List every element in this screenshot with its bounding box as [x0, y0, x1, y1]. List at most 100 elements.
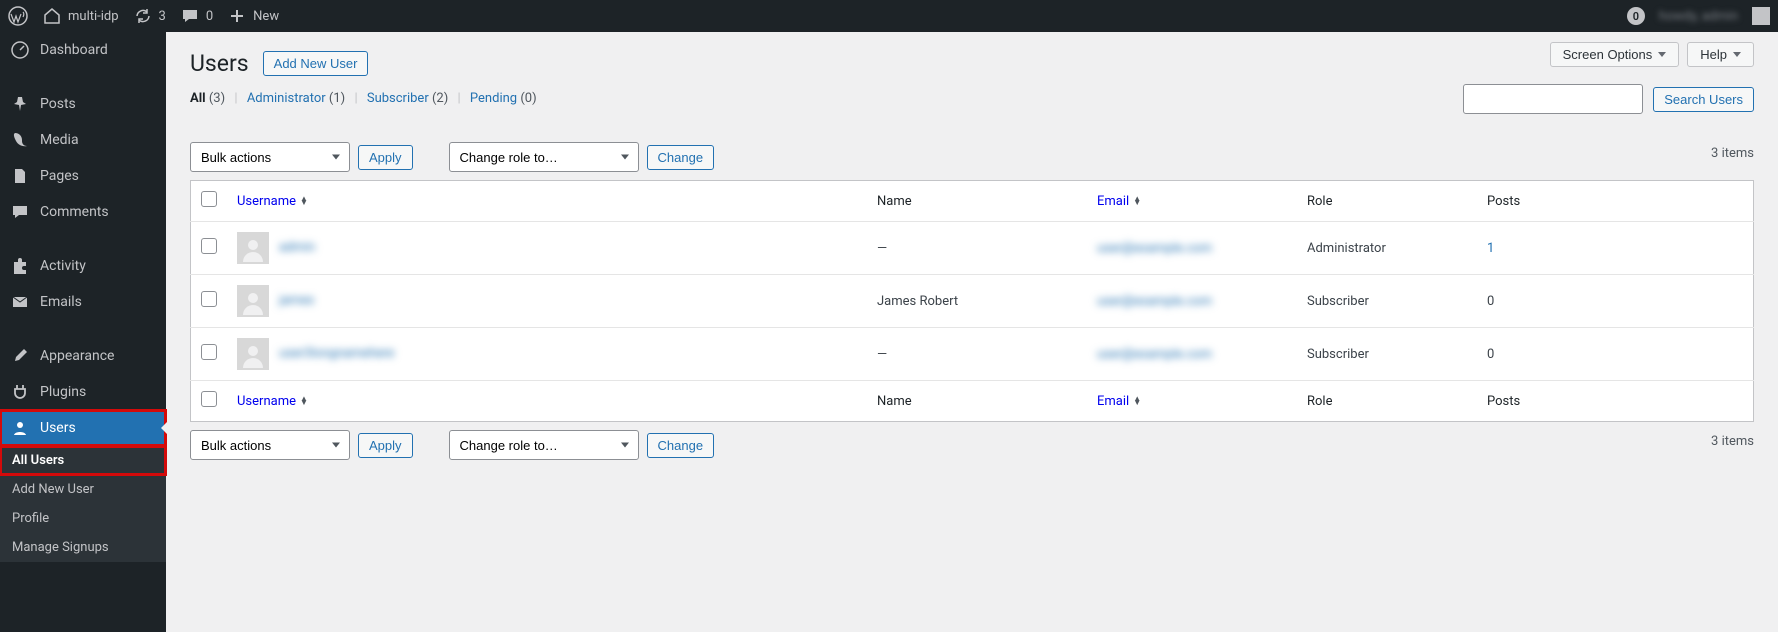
- select-all-checkbox[interactable]: [201, 191, 217, 207]
- plug-icon: [10, 382, 30, 402]
- avatar-icon: [237, 232, 269, 264]
- help-button[interactable]: Help: [1687, 42, 1754, 67]
- name-cell: —: [867, 328, 1087, 381]
- sidebar-item-emails[interactable]: Emails: [0, 284, 166, 320]
- greeting[interactable]: howdy, admin: [1659, 9, 1738, 24]
- col-role: Role: [1297, 381, 1477, 422]
- comments-count: 0: [206, 9, 213, 24]
- sidebar-item-pages[interactable]: Pages: [0, 158, 166, 194]
- sidebar-item-comments[interactable]: Comments: [0, 194, 166, 230]
- sidebar-item-plugins[interactable]: Plugins: [0, 374, 166, 410]
- site-name-label: multi-idp: [68, 9, 119, 24]
- sidebar-item-users[interactable]: Users: [0, 410, 166, 446]
- table-row: admin—user@example.comAdministrator1: [191, 222, 1754, 275]
- apply-button[interactable]: Apply: [358, 145, 413, 170]
- sidebar-item-posts[interactable]: Posts: [0, 86, 166, 122]
- sidebar-item-label: Activity: [40, 258, 86, 274]
- col-posts: Posts: [1477, 381, 1754, 422]
- add-new-user-button[interactable]: Add New User: [263, 51, 369, 76]
- name-cell: —: [867, 222, 1087, 275]
- users-submenu: All Users Add New User Profile Manage Si…: [0, 446, 166, 562]
- site-name[interactable]: multi-idp: [42, 6, 119, 26]
- avatar-icon: [237, 285, 269, 317]
- chevron-down-icon: [1733, 52, 1741, 57]
- mail-icon: [10, 292, 30, 312]
- comments-bubble[interactable]: 0: [180, 6, 213, 26]
- user-icon: [10, 418, 30, 438]
- row-checkbox[interactable]: [201, 291, 217, 307]
- email-link[interactable]: user@example.com: [1097, 294, 1212, 309]
- notification-badge[interactable]: 0: [1627, 7, 1645, 25]
- sidebar-item-label: Emails: [40, 294, 82, 310]
- refresh-icon: [133, 6, 153, 26]
- content-area: Screen Options Help Users Add New User A…: [166, 32, 1778, 632]
- filter-all[interactable]: All: [190, 91, 206, 106]
- media-icon: [10, 130, 30, 150]
- role-cell: Subscriber: [1297, 275, 1477, 328]
- col-name: Name: [867, 181, 1087, 222]
- sidebar-item-label: Users: [40, 420, 76, 436]
- wp-logo[interactable]: [8, 6, 28, 26]
- page-title: Users: [190, 50, 249, 77]
- posts-link[interactable]: 1: [1487, 241, 1494, 256]
- table-row: user3longnamehere—user@example.comSubscr…: [191, 328, 1754, 381]
- username-link[interactable]: james: [279, 293, 314, 308]
- col-username[interactable]: Username: [237, 394, 296, 409]
- table-row: jamesJames Robertuser@example.comSubscri…: [191, 275, 1754, 328]
- search-input[interactable]: [1463, 84, 1643, 114]
- change-button-bottom[interactable]: Change: [647, 433, 715, 458]
- wordpress-icon: [8, 6, 28, 26]
- row-checkbox[interactable]: [201, 238, 217, 254]
- new-label: New: [253, 9, 279, 24]
- submenu-add-new-user[interactable]: Add New User: [0, 475, 166, 504]
- page-icon: [10, 166, 30, 186]
- sidebar-item-activity[interactable]: Activity: [0, 248, 166, 284]
- submenu-manage-signups[interactable]: Manage Signups: [0, 533, 166, 562]
- sidebar-item-label: Media: [40, 132, 79, 148]
- submenu-all-users[interactable]: All Users: [0, 446, 166, 475]
- username-link[interactable]: user3longnamehere: [279, 346, 394, 361]
- search-users-button[interactable]: Search Users: [1653, 87, 1754, 112]
- sidebar-item-label: Comments: [40, 204, 109, 220]
- screen-options-button[interactable]: Screen Options: [1550, 42, 1680, 67]
- bulk-actions-select[interactable]: Bulk actions: [190, 142, 350, 172]
- sidebar-item-dashboard[interactable]: Dashboard: [0, 32, 166, 68]
- filter-subscriber[interactable]: Subscriber: [367, 91, 429, 106]
- sidebar-item-media[interactable]: Media: [0, 122, 166, 158]
- updates-count: 3: [159, 9, 166, 24]
- col-posts: Posts: [1477, 181, 1754, 222]
- col-username[interactable]: Username: [237, 194, 296, 209]
- email-link[interactable]: user@example.com: [1097, 241, 1212, 256]
- chevron-down-icon: [1658, 52, 1666, 57]
- bulk-actions-select-bottom[interactable]: Bulk actions: [190, 430, 350, 460]
- updates[interactable]: 3: [133, 6, 166, 26]
- change-role-select[interactable]: Change role to…: [449, 142, 639, 172]
- filter-administrator[interactable]: Administrator: [247, 91, 326, 106]
- col-name: Name: [867, 381, 1087, 422]
- sidebar-item-label: Appearance: [40, 348, 114, 364]
- select-all-checkbox-bottom[interactable]: [201, 391, 217, 407]
- pin-icon: [10, 94, 30, 114]
- filter-pending[interactable]: Pending: [470, 91, 517, 106]
- apply-button-bottom[interactable]: Apply: [358, 433, 413, 458]
- new-content[interactable]: New: [227, 6, 279, 26]
- sidebar-item-appearance[interactable]: Appearance: [0, 338, 166, 374]
- change-button[interactable]: Change: [647, 145, 715, 170]
- items-count: 3 items: [1711, 146, 1754, 161]
- username-link[interactable]: admin: [279, 240, 315, 255]
- sidebar-item-label: Posts: [40, 96, 76, 112]
- puzzle-icon: [10, 256, 30, 276]
- row-checkbox[interactable]: [201, 344, 217, 360]
- avatar-icon: [237, 338, 269, 370]
- submenu-profile[interactable]: Profile: [0, 504, 166, 533]
- col-email[interactable]: Email: [1097, 194, 1129, 209]
- home-icon: [42, 6, 62, 26]
- sort-icon: ▲▼: [1133, 197, 1141, 205]
- change-role-select-bottom[interactable]: Change role to…: [449, 430, 639, 460]
- plus-icon: [227, 6, 247, 26]
- email-link[interactable]: user@example.com: [1097, 347, 1212, 362]
- user-avatar-icon[interactable]: [1752, 7, 1770, 25]
- col-email[interactable]: Email: [1097, 394, 1129, 409]
- items-count-bottom: 3 items: [1711, 434, 1754, 449]
- sort-icon: ▲▼: [300, 197, 308, 205]
